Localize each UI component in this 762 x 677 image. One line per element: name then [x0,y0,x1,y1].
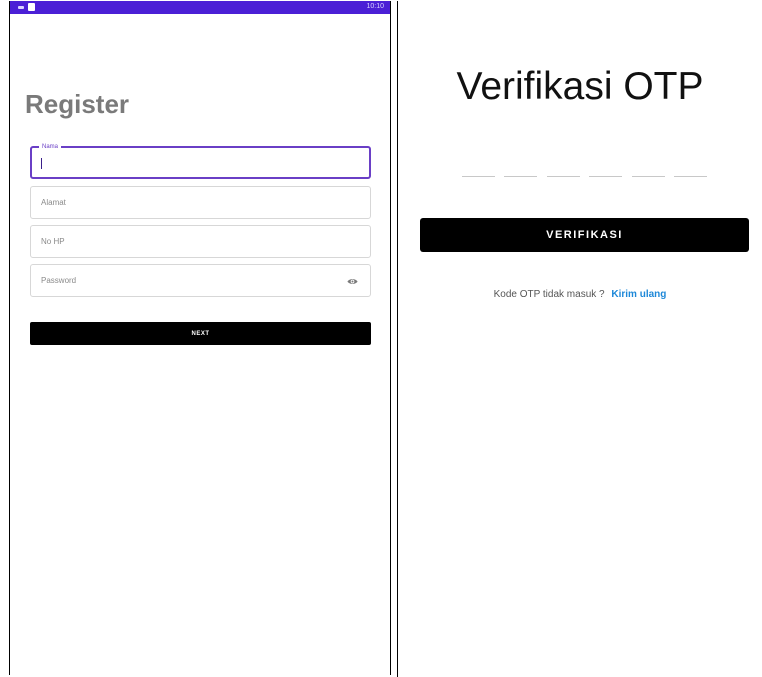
next-button[interactable]: NEXT [30,322,371,345]
status-time: 10:10 [366,3,384,10]
otp-digit-4[interactable] [589,176,623,177]
alamat-field[interactable]: Alamat [30,186,371,219]
app-canvas: 10:10 Register Nama Alamat No HP Passwor… [0,0,762,677]
text-cursor [41,158,42,169]
eye-icon[interactable] [347,276,358,287]
resend-link[interactable]: Kirim ulang [611,289,666,300]
nohp-field[interactable]: No HP [30,225,371,258]
nohp-placeholder: No HP [41,237,65,246]
name-field[interactable]: Nama [30,143,371,179]
otp-screen: Verifikasi OTP VERIFIKASI Kode OTP tidak… [397,1,762,677]
otp-digit-5[interactable] [631,176,665,177]
otp-input-row [462,176,707,177]
register-screen: 10:10 Register Nama Alamat No HP Passwor… [9,1,391,675]
sim-card-icon [28,3,35,11]
status-bar: 10:10 [10,1,390,14]
resend-line: Kode OTP tidak masuk ? Kirim ulang [398,289,762,300]
name-field-label: Nama [39,143,62,151]
otp-title: Verifikasi OTP [456,65,704,108]
password-field[interactable]: Password [30,264,371,297]
resend-text: Kode OTP tidak masuk ? [493,289,605,300]
page-title: Register [25,89,130,119]
alamat-placeholder: Alamat [41,198,66,207]
otp-digit-1[interactable] [462,176,495,177]
otp-digit-3[interactable] [546,176,580,177]
otp-digit-2[interactable] [504,176,538,177]
verify-button[interactable]: VERIFIKASI [420,218,749,252]
notification-icon [18,5,24,9]
status-icons [18,3,35,11]
otp-digit-6[interactable] [673,176,707,177]
password-placeholder: Password [41,276,77,285]
